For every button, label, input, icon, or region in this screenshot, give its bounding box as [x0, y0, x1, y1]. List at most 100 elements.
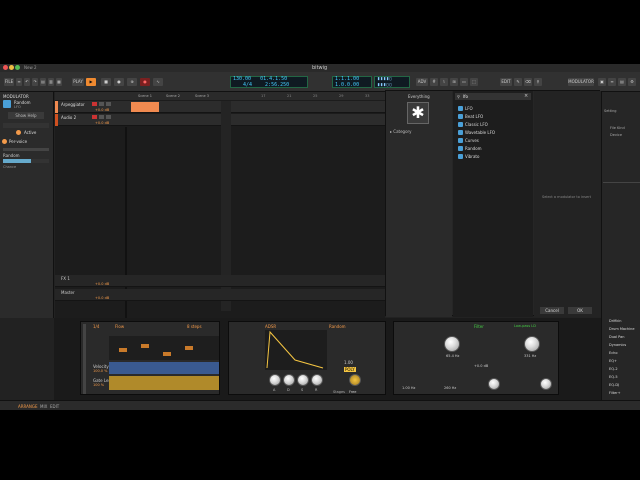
stop-icon[interactable]: ■: [101, 78, 111, 86]
freq2-value[interactable]: 331 Hz: [524, 354, 536, 358]
panel-icon[interactable]: ▦: [56, 78, 62, 86]
play-icon[interactable]: ▶: [86, 78, 96, 86]
record-arm-icon[interactable]: [92, 102, 97, 106]
poly-button[interactable]: POLY: [344, 367, 356, 372]
pencil-icon[interactable]: ✎: [514, 78, 522, 86]
grid-icon[interactable]: #: [430, 78, 438, 86]
bus-track-name[interactable]: FX 1: [61, 276, 70, 281]
record-icon[interactable]: ●: [114, 78, 124, 86]
velocity-bars[interactable]: [109, 362, 219, 374]
eraser-icon[interactable]: ⌫: [524, 78, 532, 86]
device-item[interactable]: Device: [610, 133, 622, 137]
hz2-value[interactable]: 260 Hz: [444, 386, 456, 390]
minimize-window-icon[interactable]: [9, 65, 14, 70]
search-input[interactable]: ⚲ lfo ×: [455, 93, 531, 100]
rate-value[interactable]: 1.00 Hz: [402, 386, 415, 390]
ok-button[interactable]: OK: [568, 307, 592, 314]
freq-value[interactable]: 1.00: [344, 360, 353, 365]
arp-rate[interactable]: 1/4: [93, 324, 99, 329]
track-name[interactable]: Audio 2: [61, 115, 76, 120]
free-label[interactable]: Free: [349, 390, 356, 394]
pattern-grid[interactable]: [109, 336, 219, 360]
preset-field[interactable]: [3, 123, 49, 128]
loop-display[interactable]: 1.1.1.00 1.0.0.00: [332, 76, 372, 88]
cancel-button[interactable]: Cancel: [540, 307, 564, 314]
filter-device[interactable]: Filter Low-pass LD 65.4 Hz 331 Hz +0.0 d…: [393, 321, 559, 395]
gate-bars[interactable]: [109, 376, 219, 390]
envelope-display[interactable]: [265, 330, 327, 370]
arpeggiator-device[interactable]: 1/4 Flow 8 steps Velocity 100.0 % Gate L…: [80, 321, 220, 395]
modulator-mode-button[interactable]: MODULATOR: [568, 78, 594, 86]
device-handle[interactable]: [83, 324, 86, 394]
zoom-icon[interactable]: ⚲: [534, 78, 542, 86]
mute-icon[interactable]: [106, 102, 111, 106]
release-knob[interactable]: [311, 374, 323, 386]
solo-icon[interactable]: [99, 102, 104, 106]
device-list-item[interactable]: Drifikin: [609, 319, 622, 323]
scene-2-label[interactable]: Scene 2: [166, 94, 180, 98]
everything-label[interactable]: Everything: [408, 94, 430, 99]
tempo-display[interactable]: 130.00 01.4.1.50 4/4 2:56.250: [230, 76, 308, 88]
view-icon[interactable]: ▣: [598, 78, 606, 86]
device-list-item[interactable]: Echo: [609, 351, 618, 355]
output-knob[interactable]: [540, 378, 552, 390]
device-list-item[interactable]: Dual Pan: [609, 335, 624, 339]
edit-button[interactable]: EDIT: [500, 78, 512, 86]
device-list-item[interactable]: Drum Machine: [609, 327, 635, 331]
bus-track-row[interactable]: FX 1 +0.0 dB: [55, 275, 385, 287]
master-track-name[interactable]: Master: [61, 290, 75, 295]
random-slider[interactable]: [3, 159, 49, 163]
device-list-item[interactable]: Dynamics: [609, 343, 626, 347]
attack-knob[interactable]: [269, 374, 281, 386]
track-row[interactable]: Arpeggiator +0.0 dB: [55, 101, 385, 113]
track-volume[interactable]: +0.0 dB: [95, 108, 109, 112]
show-help-button[interactable]: Show Help: [8, 112, 44, 119]
file-button[interactable]: FILE: [4, 78, 14, 86]
maximize-window-icon[interactable]: [15, 65, 20, 70]
active-led-icon[interactable]: [16, 130, 21, 135]
scene-1-label[interactable]: Scene 1: [138, 94, 152, 98]
result-item[interactable]: LFO: [457, 105, 473, 112]
clip-icon[interactable]: ▭: [460, 78, 468, 86]
result-item[interactable]: Random: [457, 145, 482, 152]
everything-icon[interactable]: ✱: [407, 102, 429, 124]
arm-record-icon[interactable]: ●: [140, 78, 150, 86]
scene-3-label[interactable]: Scene 3: [195, 94, 209, 98]
result-item[interactable]: Beat LFO: [457, 113, 483, 120]
arp-mode[interactable]: Flow: [115, 324, 124, 329]
filter-type[interactable]: Low-pass LD: [514, 324, 536, 328]
menu-icon[interactable]: ≡: [16, 78, 22, 86]
device-list-item[interactable]: EQ-DJ: [609, 383, 619, 387]
mixer-icon[interactable]: ≡: [608, 78, 616, 86]
freq1-value[interactable]: 65.4 Hz: [446, 354, 459, 358]
adv-button[interactable]: ADV: [416, 78, 428, 86]
random-knob[interactable]: [349, 374, 361, 386]
device-list-item[interactable]: EQ-2: [609, 367, 618, 371]
mix-tab[interactable]: MIX: [40, 404, 47, 409]
mute-icon[interactable]: [106, 115, 111, 119]
file-kind-item[interactable]: File Kind: [610, 126, 625, 130]
select-icon[interactable]: ⬚: [470, 78, 478, 86]
result-item[interactable]: Classic LFO: [457, 121, 488, 128]
record-arm-icon[interactable]: [92, 115, 97, 119]
device-list-item[interactable]: EQ+: [609, 359, 617, 363]
layout-icon[interactable]: ▤: [40, 78, 46, 86]
track-row[interactable]: Audio 2 +0.0 dB: [55, 114, 385, 126]
play-label-button[interactable]: PLAY: [72, 78, 84, 86]
browser-icon[interactable]: ▤: [618, 78, 626, 86]
decay-knob[interactable]: [283, 374, 295, 386]
result-item[interactable]: Vibrato: [457, 153, 479, 160]
track-volume[interactable]: +0.0 dB: [95, 121, 109, 125]
master-volume[interactable]: +0.0 dB: [95, 296, 109, 300]
solo-icon[interactable]: [99, 115, 104, 119]
sampler-device[interactable]: ADSR Random 1.00 POLY A D S R Stages Fre…: [228, 321, 386, 395]
settings-icon[interactable]: ⚙: [628, 78, 636, 86]
category-label[interactable]: ▸ Category: [390, 129, 412, 134]
arp-steps[interactable]: 8 steps: [187, 324, 202, 329]
right-panel-tab[interactable]: Setting: [604, 109, 617, 113]
snap-icon[interactable]: ⌇: [440, 78, 448, 86]
velocity-value[interactable]: 100.0 %: [93, 369, 107, 373]
close-window-icon[interactable]: [3, 65, 8, 70]
arrange-tab[interactable]: ARRANGE: [18, 404, 38, 409]
result-item[interactable]: Wavetable LFO: [457, 129, 495, 136]
